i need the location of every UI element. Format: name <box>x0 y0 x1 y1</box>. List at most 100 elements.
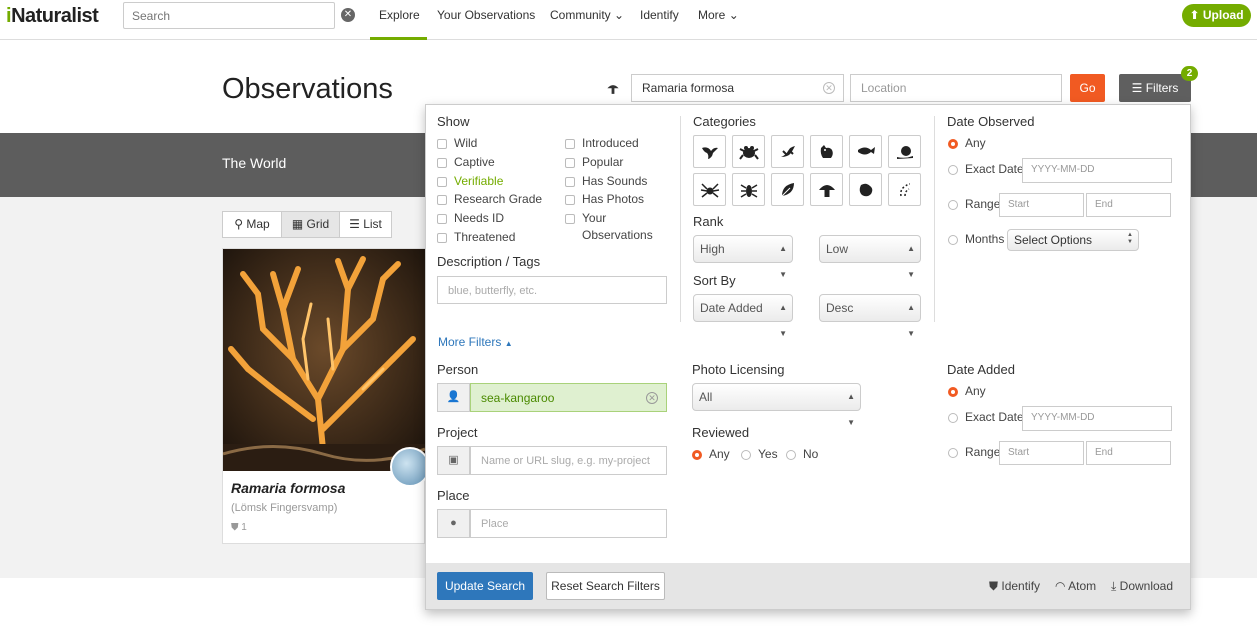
date-added-end-input[interactable]: End <box>1086 441 1171 465</box>
sort-order-select[interactable]: Desc ▲ ▼ <box>819 294 921 338</box>
captive-checkbox[interactable] <box>437 158 447 168</box>
introduced-label: Introduced <box>582 136 639 150</box>
go-button[interactable]: Go <box>1070 74 1105 102</box>
select-arrows-icon: ▲ ▼ <box>907 303 915 338</box>
date-added-start-input[interactable]: Start <box>999 441 1084 465</box>
sort-field-select[interactable]: Date Added ▲ ▼ <box>693 294 793 338</box>
nav-community[interactable]: Community ⌄ <box>550 8 624 22</box>
fish-icon[interactable] <box>849 135 882 168</box>
clear-person-icon[interactable]: ✕ <box>646 392 658 404</box>
rank-high-select[interactable]: High ▲ ▼ <box>693 235 793 279</box>
reviewed-any-radio[interactable] <box>692 450 702 460</box>
months-label: Months <box>965 232 1005 246</box>
description-input[interactable]: blue, butterfly, etc. <box>437 276 667 304</box>
page-title: Observations <box>222 73 393 105</box>
clear-taxon-icon[interactable]: ✕ <box>823 82 835 94</box>
map-view-button[interactable]: ⚲ Map <box>222 211 282 238</box>
description-heading: Description / Tags <box>437 254 541 269</box>
has-photos-checkbox[interactable] <box>565 195 575 205</box>
amphibian-icon[interactable] <box>732 135 765 168</box>
identify-link[interactable]: ⛊ Identify <box>989 579 1040 594</box>
observation-scientific-name[interactable]: Ramaria formosa <box>231 480 345 496</box>
date-observed-exact-input[interactable]: YYYY-MM-DD <box>1022 158 1172 183</box>
location-input[interactable]: Location <box>850 74 1062 102</box>
update-search-button[interactable]: Update Search <box>437 572 533 600</box>
date-observed-exact-radio[interactable] <box>948 165 958 175</box>
protozoa-icon[interactable] <box>849 173 882 206</box>
introduced-checkbox[interactable] <box>565 139 575 149</box>
reptile-icon[interactable] <box>771 135 804 168</box>
mammal-icon[interactable] <box>810 135 843 168</box>
divider <box>680 116 681 322</box>
nav-more[interactable]: More ⌄ <box>698 8 739 22</box>
rank-low-select[interactable]: Low ▲ ▼ <box>819 235 921 279</box>
bird-icon[interactable] <box>693 135 726 168</box>
date-added-any-radio[interactable] <box>948 387 958 397</box>
threatened-checkbox[interactable] <box>437 233 447 243</box>
spider-icon[interactable] <box>693 173 726 206</box>
needs-id-checkbox[interactable] <box>437 214 447 224</box>
rank-heading: Rank <box>693 214 724 229</box>
unknown-icon[interactable] <box>888 173 921 206</box>
has-sounds-label: Has Sounds <box>582 174 648 188</box>
categories-heading: Categories <box>693 114 756 129</box>
insect-icon[interactable] <box>732 173 765 206</box>
inaturalist-logo[interactable]: iNaturalist <box>6 5 99 28</box>
grid-view-button[interactable]: ▦ Grid <box>281 211 340 238</box>
your-observations-checkbox[interactable] <box>565 214 575 224</box>
more-filters-toggle[interactable]: More Filters ▲ <box>438 335 513 349</box>
your-observations-label-line1: Your <box>582 211 607 225</box>
research-grade-checkbox[interactable] <box>437 195 447 205</box>
has-sounds-checkbox[interactable] <box>565 177 575 187</box>
filters-button[interactable]: ☰ Filters <box>1119 74 1191 102</box>
place-heading: Place <box>437 488 470 503</box>
fungus-icon[interactable] <box>810 173 843 206</box>
popular-checkbox[interactable] <box>565 158 575 168</box>
atom-link[interactable]: ◠ Atom <box>1055 579 1096 593</box>
date-observed-heading: Date Observed <box>947 114 1035 129</box>
mollusk-icon[interactable] <box>888 135 921 168</box>
filters-count-badge: 2 <box>1181 66 1198 81</box>
observation-common-name: (Lömsk Fingersvamp) <box>231 502 338 514</box>
clear-search-icon[interactable]: ✕ <box>341 8 355 22</box>
download-icon: ⤓ <box>1111 579 1117 593</box>
nav-your-observations[interactable]: Your Observations <box>437 8 535 22</box>
nav-explore[interactable]: Explore <box>379 8 420 22</box>
select-arrows-icon: ▲ ▼ <box>779 244 787 279</box>
project-input[interactable]: Name or URL slug, e.g. my-project <box>470 446 667 475</box>
download-link[interactable]: ⤓ Download <box>1111 579 1173 594</box>
observer-avatar[interactable] <box>390 447 430 487</box>
observation-photo[interactable] <box>223 249 425 471</box>
show-heading: Show <box>437 114 470 129</box>
date-added-exact-radio[interactable] <box>948 413 958 423</box>
date-observed-range-radio[interactable] <box>948 200 958 210</box>
reviewed-no-radio[interactable] <box>786 450 796 460</box>
date-observed-range-label: Range <box>965 197 1001 211</box>
verifiable-checkbox[interactable] <box>437 177 447 187</box>
place-input[interactable]: Place <box>470 509 667 538</box>
nav-identify[interactable]: Identify <box>640 8 679 22</box>
date-added-exact-input[interactable]: YYYY-MM-DD <box>1022 406 1172 431</box>
wild-label: Wild <box>454 136 478 150</box>
photo-licensing-select[interactable]: All ▲ ▼ <box>692 383 861 427</box>
plant-icon[interactable] <box>771 173 804 206</box>
place-name[interactable]: The World <box>222 155 286 171</box>
photo-licensing-heading: Photo Licensing <box>692 362 785 377</box>
upload-button[interactable]: ⬆ Upload <box>1182 4 1251 27</box>
popular-label: Popular <box>582 155 624 169</box>
globe-icon: ● <box>437 509 470 538</box>
taxon-search-input[interactable]: Ramaria formosa <box>631 74 844 102</box>
date-added-range-radio[interactable] <box>948 448 958 458</box>
reset-filters-button[interactable]: Reset Search Filters <box>546 572 665 600</box>
wild-checkbox[interactable] <box>437 139 447 149</box>
reviewed-yes-radio[interactable] <box>741 450 751 460</box>
shield-icon: ⛊ <box>989 579 999 593</box>
date-observed-end-input[interactable]: End <box>1086 193 1171 217</box>
date-observed-start-input[interactable]: Start <box>999 193 1084 217</box>
person-input[interactable]: sea-kangaroo <box>470 383 667 412</box>
date-observed-any-radio[interactable] <box>948 139 958 149</box>
site-search-input[interactable] <box>123 2 335 29</box>
months-radio[interactable] <box>948 235 958 245</box>
months-select[interactable]: Select Options ▲ ▼ <box>1007 229 1139 251</box>
list-view-button[interactable]: ☰ List <box>339 211 392 238</box>
